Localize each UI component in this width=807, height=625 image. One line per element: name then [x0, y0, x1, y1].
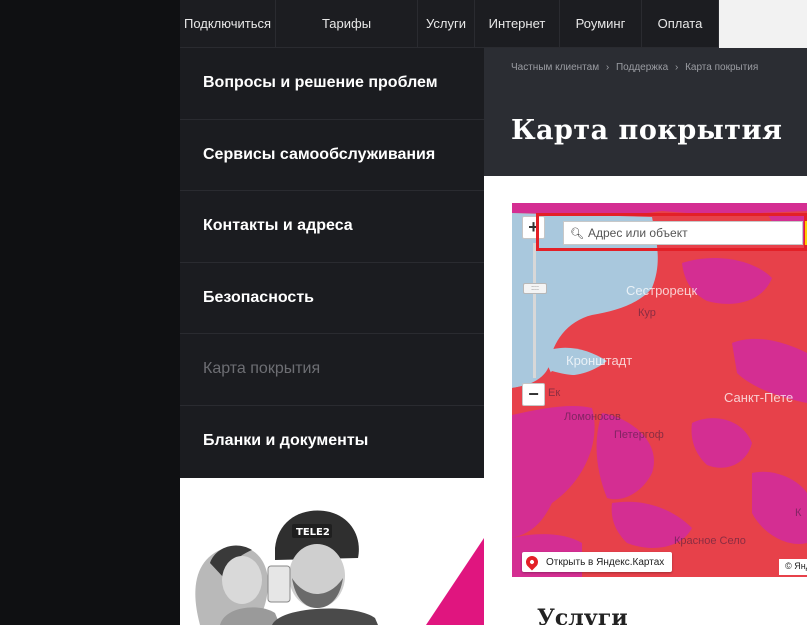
- sidebar-item-faq[interactable]: Вопросы и решение проблем: [180, 48, 484, 120]
- sidebar-item-security[interactable]: Безопасность: [180, 263, 484, 334]
- page-title: Карта покрытия: [511, 115, 783, 146]
- zoom-slider-handle[interactable]: ::::: [523, 283, 547, 294]
- map-search-placeholder: Адрес или объект: [587, 226, 688, 240]
- map-label-kurort: Кур: [638, 307, 656, 319]
- open-in-yandex-maps-label: Открыть в Яндекс.Картах: [546, 556, 665, 568]
- map-label-kronshtadt: Кронштадт: [566, 353, 633, 368]
- topnav-tariffs[interactable]: Тарифы: [276, 0, 418, 48]
- breadcrumb-separator: ›: [605, 62, 610, 73]
- topnav-connect[interactable]: Подключиться: [180, 0, 276, 48]
- map-label-ek: Ек: [548, 387, 561, 399]
- topnav-services[interactable]: Услуги: [418, 0, 475, 48]
- zoom-out-button[interactable]: −: [522, 383, 545, 406]
- breadcrumb: Частным клиентам › Поддержка › Карта пок…: [511, 62, 762, 73]
- open-in-yandex-maps-link[interactable]: Открыть в Яндекс.Картах: [522, 552, 673, 572]
- sidebar-item-forms[interactable]: Бланки и документы: [180, 406, 484, 478]
- map-label-k: К: [795, 507, 802, 519]
- sidebar-item-contacts[interactable]: Контакты и адреса: [180, 191, 484, 263]
- map-label-krasnoe-selo: Красное Село: [674, 535, 746, 547]
- map-label-spb: Санкт-Пете: [724, 390, 794, 405]
- main-content: + :::: − Сестрорецк Кур Кронштадт Санкт-…: [484, 176, 807, 625]
- map-label-sestroretsk: Сестрорецк: [626, 283, 698, 298]
- left-background: [0, 0, 180, 625]
- services-heading: Услуги: [537, 605, 628, 625]
- top-navigation: Подключиться Тарифы Услуги Интернет Роум…: [180, 0, 807, 48]
- topnav-overflow-tab[interactable]: [719, 0, 807, 48]
- map-label-lomonosov: Ломоносов: [564, 411, 621, 423]
- breadcrumb-coverage-map: Карта покрытия: [685, 62, 759, 73]
- topnav-payment[interactable]: Оплата: [642, 0, 719, 48]
- map-pin-icon: [523, 553, 541, 571]
- sidebar-item-coverage-map[interactable]: Карта покрытия: [180, 334, 484, 406]
- search-icon: 🔍︎: [570, 227, 584, 240]
- map-search-input[interactable]: 🔍︎ Адрес или объект: [563, 221, 803, 245]
- topnav-roaming[interactable]: Роуминг: [560, 0, 642, 48]
- zoom-slider-track[interactable]: [533, 243, 536, 378]
- promo-helmet-text: TELE2: [296, 527, 330, 538]
- breadcrumb-separator: ›: [674, 62, 679, 73]
- breadcrumb-private-clients[interactable]: Частным клиентам: [511, 62, 599, 73]
- sidebar-item-self-service[interactable]: Сервисы самообслуживания: [180, 120, 484, 191]
- search-highlight-frame: 🔍︎ Адрес или объект: [536, 213, 807, 251]
- promo-pink-stripe: [424, 538, 484, 625]
- topnav-internet[interactable]: Интернет: [475, 0, 560, 48]
- map-label-petergof: Петергоф: [614, 429, 664, 441]
- coverage-map[interactable]: + :::: − Сестрорецк Кур Кронштадт Санкт-…: [512, 203, 807, 577]
- breadcrumb-support[interactable]: Поддержка: [616, 62, 668, 73]
- page-header: Частным клиентам › Поддержка › Карта пок…: [484, 48, 807, 176]
- map-copyright[interactable]: © Янд: [779, 559, 807, 575]
- promo-banner[interactable]: TELE2: [180, 478, 484, 625]
- support-sidebar: Вопросы и решение проблем Сервисы самооб…: [180, 48, 484, 478]
